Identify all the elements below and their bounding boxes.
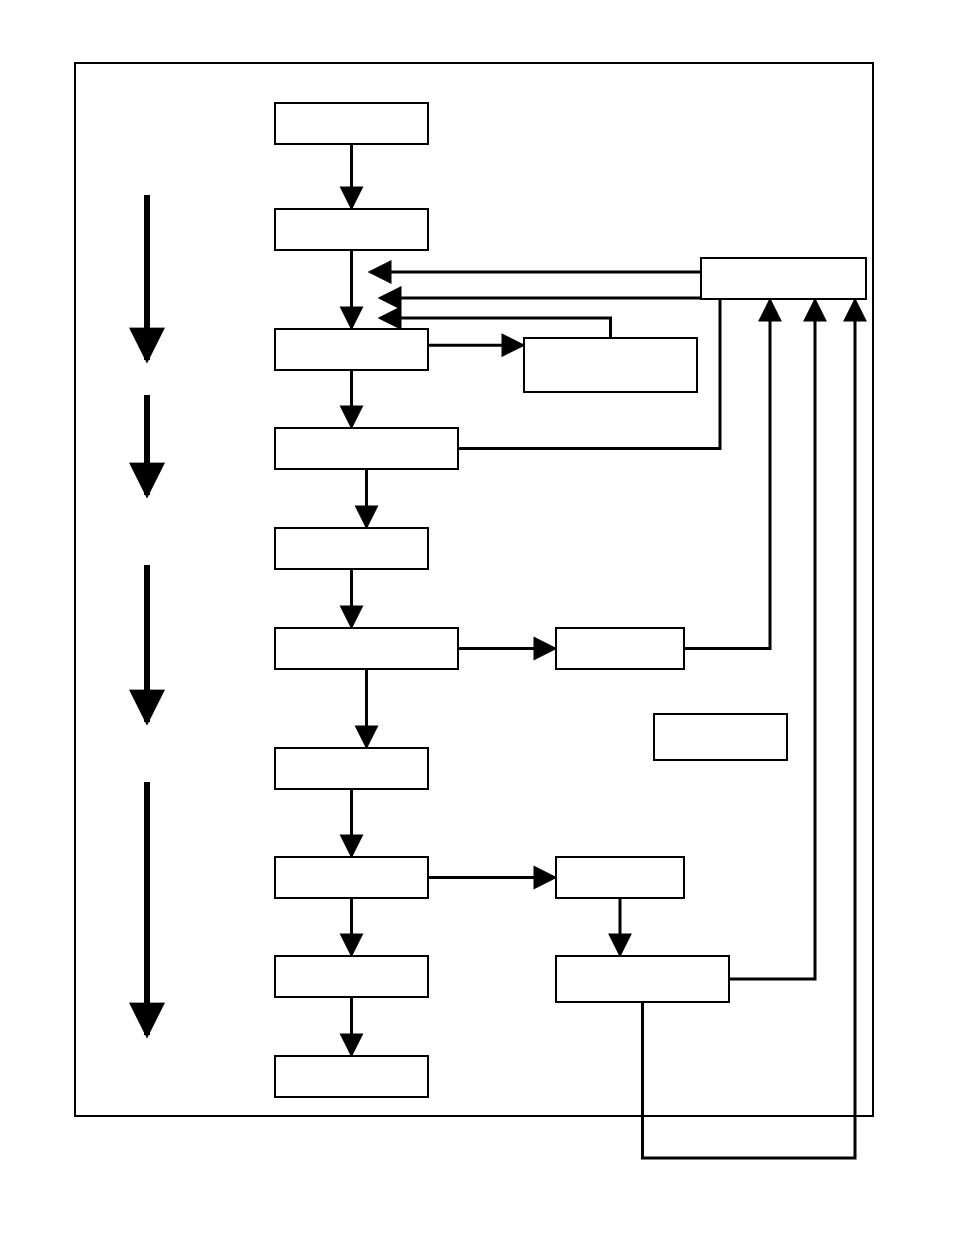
node-n1: [274, 102, 429, 145]
node-s4: [653, 713, 788, 761]
page: [0, 0, 954, 1235]
node-n10: [274, 1055, 429, 1098]
node-s6: [555, 955, 730, 1003]
node-n8: [274, 856, 429, 899]
node-s5: [555, 856, 685, 899]
node-n7: [274, 747, 429, 790]
node-s2: [523, 337, 698, 393]
node-n2: [274, 208, 429, 251]
node-n3: [274, 328, 429, 371]
node-n6: [274, 627, 459, 670]
node-n5: [274, 527, 429, 570]
node-s3: [555, 627, 685, 670]
connectors-layer: [0, 0, 954, 1235]
node-s1: [700, 257, 867, 300]
node-n9: [274, 955, 429, 998]
node-n4: [274, 427, 459, 470]
